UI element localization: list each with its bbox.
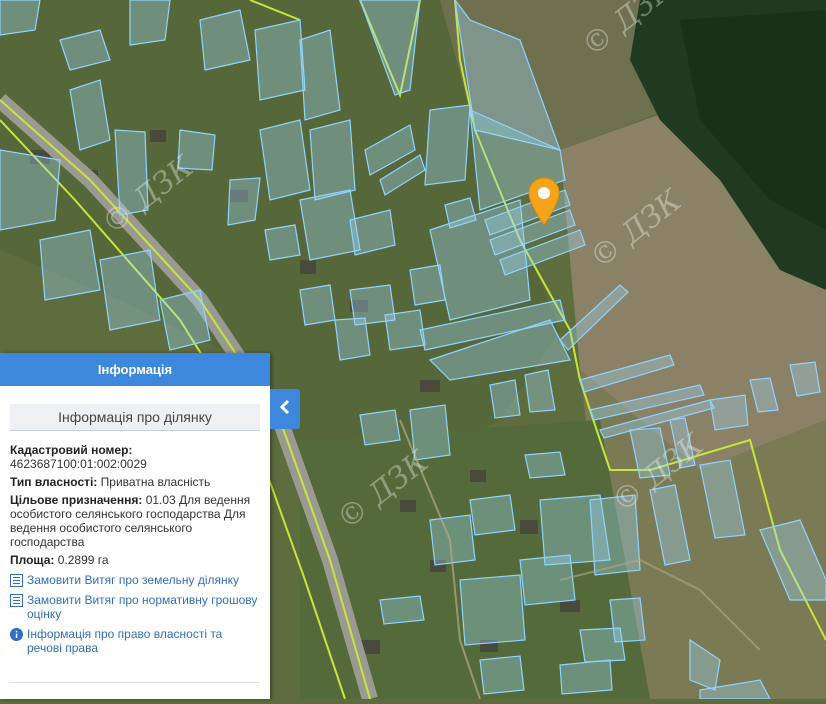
area-value: 0.2899 га <box>57 553 109 567</box>
panel-header: Інформація <box>0 353 270 386</box>
document-list-icon <box>10 594 23 607</box>
cadastral-number-label: Кадастровий номер: <box>10 443 133 457</box>
panel-divider <box>10 682 260 683</box>
map-pin-icon[interactable] <box>528 177 560 227</box>
order-valuation-extract-link[interactable]: Замовити Витяг про нормативну грошову оц… <box>10 593 260 621</box>
info-circle-icon <box>10 628 23 641</box>
cadastral-number-value: 4623687100:01:002:0029 <box>10 457 147 471</box>
purpose-row: Цільове призначення: 01.03 Для ведення о… <box>10 493 260 549</box>
order-land-extract-link[interactable]: Замовити Витяг про земельну ділянку <box>10 573 260 587</box>
order-valuation-extract-label[interactable]: Замовити Витяг про нормативну грошову оц… <box>27 593 260 621</box>
panel-title: Інформація <box>97 362 173 377</box>
area-label: Площа: <box>10 553 55 567</box>
ownership-value: Приватна власність <box>100 475 211 489</box>
order-land-extract-label[interactable]: Замовити Витяг про земельну ділянку <box>27 573 239 587</box>
panel-body: Інформація про ділянку Кадастровий номер… <box>0 386 270 655</box>
collapse-panel-button[interactable] <box>270 389 300 429</box>
ownership-label: Тип власності: <box>10 475 98 489</box>
info-panel: Інформація Інформація про ділянку Кадаст… <box>0 353 270 699</box>
purpose-label: Цільове призначення: <box>10 493 143 507</box>
ownership-rights-info-label[interactable]: Інформація про право власності та речові… <box>27 627 260 655</box>
chevron-left-icon <box>279 399 291 420</box>
area-row: Площа: 0.2899 га <box>10 553 260 567</box>
cadastral-number-row: Кадастровий номер: 4623687100:01:002:002… <box>10 443 260 471</box>
ownership-row: Тип власності: Приватна власність <box>10 475 260 489</box>
section-title: Інформація про ділянку <box>10 404 260 431</box>
document-list-icon <box>10 574 23 587</box>
ownership-rights-info-link[interactable]: Інформація про право власності та речові… <box>10 627 260 655</box>
